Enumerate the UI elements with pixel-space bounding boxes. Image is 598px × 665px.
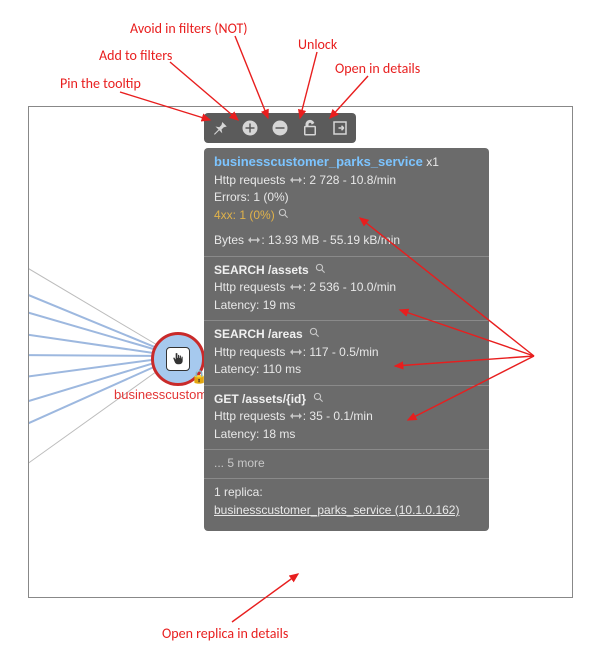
anno-unlock: Unlock (298, 36, 337, 53)
magnifier-icon[interactable] (278, 207, 289, 224)
bidir-arrow-icon (290, 279, 302, 296)
avoid-filter-button[interactable] (268, 116, 292, 140)
tooltip-toolbar (204, 113, 356, 143)
endpoint-http: Http requests : 35 - 0.1/min (214, 408, 479, 426)
anno-open-replica: Open replica in details (162, 625, 288, 642)
anno-add: Add to filters (99, 47, 172, 64)
magnifier-icon[interactable] (309, 326, 320, 343)
minus-circle-icon (271, 119, 289, 137)
summary-4xx: 4xx: 1 (0%) (214, 208, 275, 222)
open-in-icon (331, 119, 349, 137)
anno-open-details: Open in details (335, 60, 420, 77)
tooltip-title: businesscustomer_parks_service (214, 154, 423, 169)
summary-http: Http requests : 2 728 - 10.8/min (214, 172, 479, 190)
endpoint-block: SEARCH /assets Http requests : 2 536 - 1… (204, 256, 489, 320)
bidir-arrow-icon (290, 344, 302, 361)
unlock-icon (301, 119, 319, 137)
anno-avoid: Avoid in filters (NOT) (130, 20, 248, 37)
magnifier-icon[interactable] (313, 391, 324, 408)
endpoint-latency: Latency: 18 ms (214, 426, 479, 443)
replica-label: 1 replica: (214, 484, 479, 501)
bidir-arrow-icon (290, 172, 302, 189)
endpoint-title: SEARCH /areas (214, 327, 303, 341)
replica-link[interactable]: businesscustomer_parks_service (10.1.0.1… (214, 503, 459, 517)
plus-circle-icon (241, 119, 259, 137)
endpoint-http: Http requests : 2 536 - 10.0/min (214, 279, 479, 297)
endpoint-latency: Latency: 19 ms (214, 297, 479, 314)
summary-errors: Errors: 1 (0%) (214, 189, 479, 206)
endpoint-block: SEARCH /areas Http requests : 117 - 0.5/… (204, 320, 489, 384)
endpoint-title: SEARCH /assets (214, 263, 309, 277)
pin-icon (211, 119, 229, 137)
service-tooltip: businesscustomer_parks_service x1 Http r… (204, 148, 489, 531)
screenshot-frame: 🔒 businesscustomer_pa businesscustomer_p… (28, 106, 573, 598)
anno-pin: Pin the tooltip (60, 75, 141, 92)
bidir-arrow-icon (248, 232, 260, 249)
unlock-button[interactable] (298, 116, 322, 140)
pointer-cursor-icon (166, 347, 190, 371)
add-filter-button[interactable] (238, 116, 262, 140)
magnifier-icon[interactable] (315, 262, 326, 279)
pin-button[interactable] (208, 116, 232, 140)
open-details-button[interactable] (328, 116, 352, 140)
bidir-arrow-icon (290, 408, 302, 425)
summary-bytes: Bytes : 13.93 MB - 55.19 kB/min (214, 232, 479, 250)
endpoint-latency: Latency: 110 ms (214, 361, 479, 378)
more-endpoints[interactable]: ... 5 more (214, 455, 479, 472)
endpoint-block: GET /assets/{id} Http requests : 35 - 0.… (204, 385, 489, 449)
tooltip-multiplier: x1 (426, 155, 439, 169)
endpoint-title: GET /assets/{id} (214, 392, 306, 406)
endpoint-http: Http requests : 117 - 0.5/min (214, 344, 479, 362)
